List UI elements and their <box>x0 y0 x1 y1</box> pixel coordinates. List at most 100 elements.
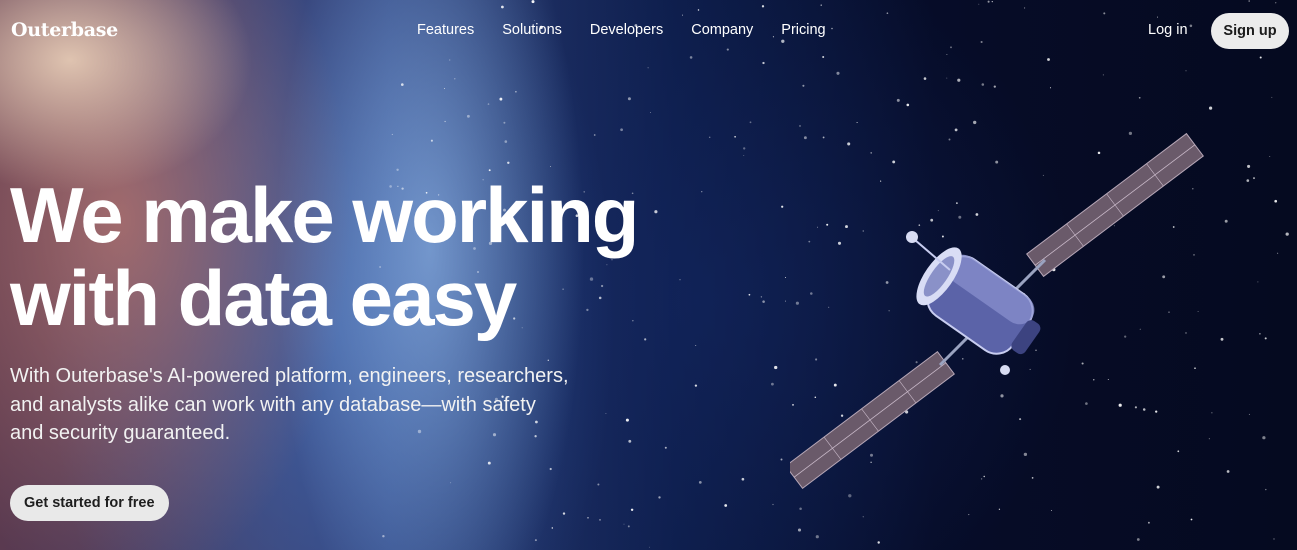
star <box>454 78 456 80</box>
star <box>761 5 765 8</box>
satellite-image <box>790 132 1204 490</box>
star <box>487 103 490 105</box>
nav-item-solutions[interactable]: Solutions <box>502 22 562 38</box>
star <box>886 12 889 15</box>
star <box>658 496 661 499</box>
star <box>957 78 961 82</box>
star <box>743 147 746 150</box>
star <box>682 14 683 16</box>
star <box>562 512 566 515</box>
login-link[interactable]: Log in <box>1148 22 1188 38</box>
star <box>1047 58 1050 61</box>
star <box>784 300 786 302</box>
nav-item-developers[interactable]: Developers <box>590 22 663 38</box>
star <box>822 55 825 59</box>
star <box>1024 7 1026 9</box>
star <box>551 527 554 529</box>
star <box>654 210 658 214</box>
star <box>968 514 970 516</box>
star <box>1275 2 1277 4</box>
star <box>515 90 517 93</box>
star <box>487 461 491 465</box>
star <box>1147 521 1150 524</box>
nav-item-features[interactable]: Features <box>417 22 474 38</box>
star <box>531 0 535 4</box>
star <box>762 61 765 65</box>
star <box>771 382 774 386</box>
star <box>1138 96 1141 99</box>
star <box>697 9 700 11</box>
star <box>1226 470 1230 473</box>
star <box>443 87 446 90</box>
star <box>896 98 900 102</box>
star <box>981 83 985 86</box>
star <box>1264 337 1267 340</box>
star <box>1271 96 1273 98</box>
star <box>1224 219 1228 223</box>
star <box>1248 413 1250 415</box>
star <box>507 161 510 165</box>
star <box>748 293 751 296</box>
star <box>815 535 819 539</box>
star <box>1285 232 1289 236</box>
get-started-button[interactable]: Get started for free <box>10 485 169 521</box>
star <box>831 27 833 30</box>
hero-headline: We make working with data easy <box>10 174 639 342</box>
star <box>785 277 786 278</box>
star <box>762 300 765 303</box>
star <box>391 133 393 135</box>
star <box>430 139 433 142</box>
star <box>597 483 600 486</box>
star <box>1274 199 1278 203</box>
star <box>1253 177 1255 180</box>
star <box>382 534 385 538</box>
star <box>1185 70 1187 72</box>
star <box>501 5 504 9</box>
star <box>647 67 649 69</box>
star <box>649 112 651 114</box>
star <box>664 446 667 449</box>
star <box>499 97 503 101</box>
star <box>504 140 508 143</box>
star <box>1050 510 1052 512</box>
star <box>694 384 698 387</box>
star <box>946 77 948 79</box>
star <box>1248 0 1251 2</box>
star <box>1259 56 1262 59</box>
star <box>743 155 745 156</box>
main-nav: Features Solutions Developers Company Pr… <box>417 22 826 38</box>
star <box>726 48 729 51</box>
star <box>644 338 647 341</box>
subtext-line-3: and security guaranteed. <box>10 422 231 444</box>
star <box>749 121 752 124</box>
star <box>820 4 822 6</box>
nav-item-company[interactable]: Company <box>691 22 753 38</box>
star <box>923 77 927 80</box>
star <box>549 467 552 471</box>
star <box>950 46 952 49</box>
star <box>1257 281 1259 283</box>
star <box>802 84 805 87</box>
star <box>1208 106 1213 110</box>
star <box>400 83 404 86</box>
star <box>760 296 763 298</box>
star <box>1277 252 1279 254</box>
star <box>877 541 880 544</box>
star <box>993 85 996 88</box>
star <box>946 53 948 56</box>
outerbase-logo[interactable]: Outerbase <box>11 19 118 41</box>
star <box>620 128 623 132</box>
headline-line-2: with data easy <box>10 254 517 342</box>
star <box>550 166 551 168</box>
star <box>980 40 983 44</box>
star <box>701 191 703 193</box>
star <box>708 136 711 139</box>
star <box>780 458 783 461</box>
nav-item-pricing[interactable]: Pricing <box>781 22 825 38</box>
star <box>724 504 728 507</box>
star <box>503 121 506 124</box>
star <box>466 114 470 118</box>
signup-button[interactable]: Sign up <box>1211 13 1289 49</box>
star <box>630 508 634 512</box>
star <box>1190 518 1193 521</box>
